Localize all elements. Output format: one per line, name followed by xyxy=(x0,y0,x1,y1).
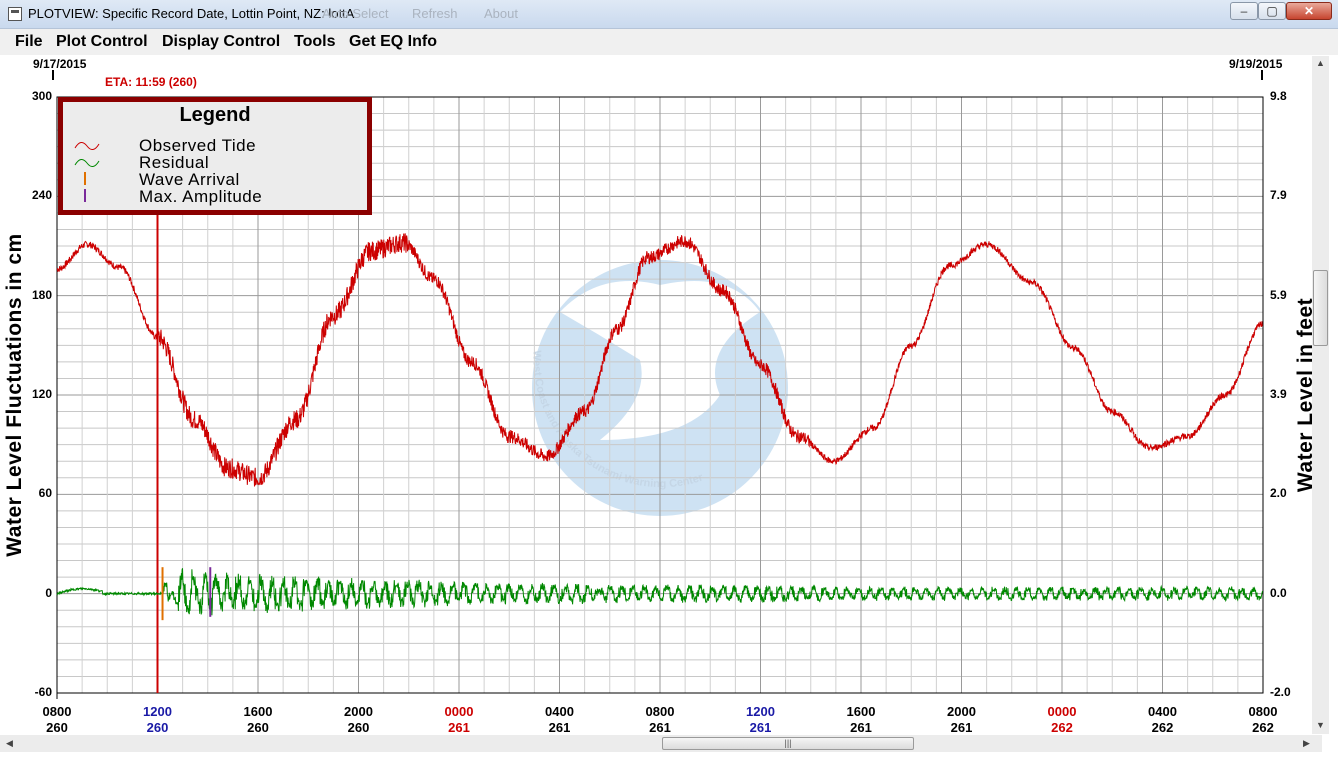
x-tick-day: 261 xyxy=(950,720,973,735)
scroll-right-icon[interactable]: ▶ xyxy=(1303,738,1310,749)
x-tick-time: 0400 xyxy=(545,704,574,719)
x-tick-label: 2000 260 xyxy=(334,704,384,736)
x-tick-day: 260 xyxy=(46,720,68,735)
legend-residual-icon xyxy=(74,159,100,167)
x-tick-label: 1600 260 xyxy=(233,704,283,736)
x-tick-time: 1600 xyxy=(846,704,876,719)
x-tick-time: 0800 xyxy=(645,704,675,719)
x-tick-label: 0800 261 xyxy=(635,704,685,736)
x-tick-label: 0800 260 xyxy=(32,704,82,736)
legend-wave-arrival-icon xyxy=(84,172,86,185)
x-tick-day: 262 xyxy=(1252,720,1274,735)
x-tick-day: 260 xyxy=(247,720,269,735)
scroll-down-icon[interactable]: ▼ xyxy=(1316,720,1325,730)
y-tick-right: 3.9 xyxy=(1270,387,1287,401)
x-tick-time: 2000 xyxy=(947,704,976,719)
y-tick-right: 0.0 xyxy=(1270,585,1287,600)
plotview-window: PLOTVIEW: Specific Record Date, Lottin P… xyxy=(0,0,1338,760)
scroll-left-icon[interactable]: ◀ xyxy=(6,738,13,749)
x-tick-label: 1200 261 xyxy=(736,704,786,736)
x-tick-label: 1600 261 xyxy=(836,704,886,736)
x-tick-label: 0000 261 xyxy=(434,704,484,736)
y-tick-right: -2.0 xyxy=(1270,685,1291,699)
legend-max-amplitude: Max. Amplitude xyxy=(139,187,263,206)
x-tick-label: 0400 262 xyxy=(1138,704,1188,736)
x-tick-label: 1200 260 xyxy=(133,704,183,736)
x-tick-time: 0400 xyxy=(1148,704,1177,719)
y-axis-left-label: Water Level Fluctuations in cm xyxy=(3,233,26,557)
x-tick-day: 261 xyxy=(548,720,571,735)
x-tick-label: 0800 262 xyxy=(1238,704,1288,736)
y-tick-right: 5.9 xyxy=(1270,287,1287,302)
scroll-up-icon[interactable]: ▲ xyxy=(1316,58,1325,68)
vertical-scroll-thumb[interactable] xyxy=(1313,270,1328,346)
y-tick-right: 7.9 xyxy=(1270,188,1287,203)
legend-title: Legend xyxy=(179,104,251,126)
y-tick-left: 240 xyxy=(31,188,52,203)
legend-box[interactable]: Legend Observed Tide Residual Wave Arriv… xyxy=(58,97,372,215)
x-tick-label: 2000 261 xyxy=(937,704,987,736)
x-tick-time: 0800 xyxy=(42,704,72,719)
x-tick-time: 1200 xyxy=(746,704,775,719)
x-tick-time: 1600 xyxy=(243,704,273,719)
x-tick-label: 0400 261 xyxy=(535,704,585,736)
x-tick-time: 0000 xyxy=(1047,704,1077,719)
y-tick-left: -60 xyxy=(34,685,52,699)
y-tick-right: 9.8 xyxy=(1270,89,1287,103)
y-tick-right: 2.0 xyxy=(1270,486,1287,501)
x-tick-day: 261 xyxy=(649,720,671,735)
x-tick-time: 2000 xyxy=(344,704,373,719)
horizontal-scrollbar[interactable]: ◀ ▶ xyxy=(0,735,1322,752)
y-tick-left: 300 xyxy=(31,89,52,103)
x-tick-day: 262 xyxy=(1051,720,1073,735)
x-tick-time: 0000 xyxy=(444,704,474,719)
x-tick-day: 261 xyxy=(850,720,872,735)
y-tick-left: 0 xyxy=(45,585,52,600)
legend-max-amplitude-icon xyxy=(84,189,86,202)
vertical-scrollbar[interactable]: ▲ ▼ xyxy=(1312,56,1329,734)
x-tick-label: 0000 262 xyxy=(1037,704,1087,736)
x-tick-time: 0800 xyxy=(1248,704,1278,719)
x-tick-time: 1200 xyxy=(143,704,172,719)
x-tick-day: 261 xyxy=(448,720,470,735)
x-tick-day: 260 xyxy=(146,720,169,735)
x-tick-day: 261 xyxy=(749,720,772,735)
x-tick-day: 260 xyxy=(347,720,370,735)
horizontal-scroll-thumb[interactable]: ||| xyxy=(662,737,914,750)
x-tick-day: 262 xyxy=(1151,720,1174,735)
legend-observed-tide-icon xyxy=(74,142,100,150)
